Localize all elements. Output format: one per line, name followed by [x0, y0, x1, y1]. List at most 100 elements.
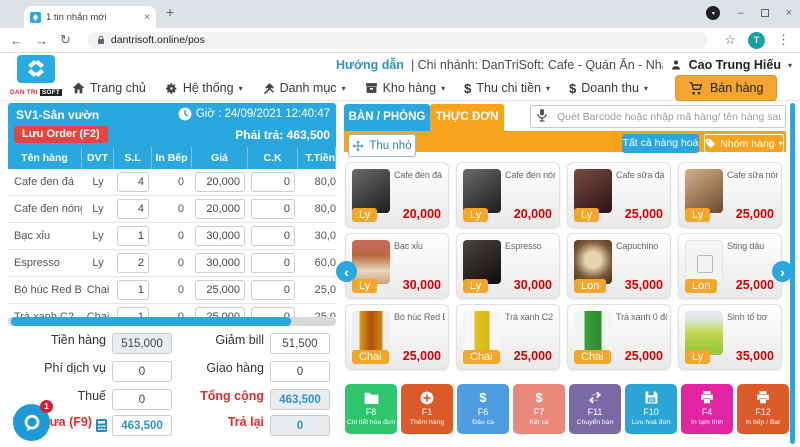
all-items-button[interactable]: Tất cả hàng hoá: [622, 134, 699, 153]
product-price: 25,000: [735, 207, 774, 221]
col-ck: C.K: [248, 147, 298, 169]
product-card[interactable]: Sinh tố bơ Ly 35,000: [678, 304, 782, 370]
price-input[interactable]: [195, 199, 245, 219]
price-input[interactable]: [195, 307, 245, 317]
discount-input[interactable]: [251, 199, 295, 219]
product-card[interactable]: Trà xanh 0 độ Chai 25,000: [567, 304, 671, 370]
nav-item-he-thong[interactable]: Hệ thống ▾: [165, 81, 243, 95]
bookmark-star-icon[interactable]: ☆: [724, 32, 736, 48]
qty-input[interactable]: [117, 307, 149, 317]
table-row[interactable]: Cafe đen đá Ly 0 80,0: [8, 169, 336, 196]
discount-input[interactable]: [251, 280, 295, 300]
product-card[interactable]: Cafe đen đá Ly 20,000: [345, 162, 449, 228]
search-input[interactable]: [530, 105, 786, 128]
price-input[interactable]: [195, 226, 245, 246]
action-button-f8[interactable]: F8 Chi tiết hóa đơn: [345, 384, 397, 434]
tendered-input[interactable]: [112, 415, 172, 436]
action-button-f6[interactable]: $ F6 Đầu ca: [457, 384, 509, 434]
discount-input[interactable]: [251, 253, 295, 273]
product-card[interactable]: Cafe sữa đá Ly 25,000: [567, 162, 671, 228]
tax-input[interactable]: [112, 389, 172, 410]
action-label: Thêm hàng: [409, 419, 445, 426]
horizontal-scrollbar[interactable]: [8, 317, 336, 326]
product-card[interactable]: Trà xanh C2 Chai 25,000: [456, 304, 560, 370]
browser-avatar[interactable]: T: [748, 31, 765, 49]
microphone-icon[interactable]: [536, 108, 548, 127]
action-button-f11[interactable]: F11 Chuyển bàn: [569, 384, 621, 434]
table-row[interactable]: Trà xanh C2 Chai 0 25,0: [8, 304, 336, 317]
browser-menu-icon[interactable]: ⋮: [777, 32, 790, 48]
discount-input[interactable]: [251, 226, 295, 246]
discount-bill-input[interactable]: [270, 333, 330, 354]
discount-cell: [248, 172, 298, 192]
group-filter-label: Nhóm hàng: [720, 137, 775, 150]
user-menu[interactable]: Cao Trung Hiếu: [689, 58, 781, 72]
nav-item-danh-muc[interactable]: Danh mục ▾: [262, 81, 346, 95]
chevron-down-icon: ▾: [238, 83, 243, 93]
address-bar[interactable]: dantrisoft.online/pos: [86, 31, 709, 49]
back-icon[interactable]: ←: [10, 33, 23, 48]
qty-input[interactable]: [117, 172, 149, 192]
calculator-icon[interactable]: [96, 419, 107, 435]
minimize-icon[interactable]: –: [737, 7, 743, 19]
nav-item-kho-hang[interactable]: Kho hàng ▾: [365, 81, 445, 95]
carousel-left-arrow[interactable]: ‹: [336, 261, 357, 282]
maximize-icon[interactable]: [760, 9, 769, 17]
chevron-down-icon[interactable]: ▾: [788, 61, 792, 70]
product-card[interactable]: Espresso Ly 30,000: [456, 233, 560, 299]
nav-item-doanh-thu[interactable]: $ Doanh thu ▾: [569, 81, 648, 96]
tab-ban-phong[interactable]: BÀN / PHÒNG: [344, 104, 430, 131]
product-card[interactable]: Sting dâu Lon 25,000: [678, 233, 782, 299]
qty-cell: [114, 253, 152, 273]
product-card[interactable]: Bò húc Red Bull Chai 25,000: [345, 304, 449, 370]
scrollbar-thumb[interactable]: [11, 317, 291, 326]
media-control-icon[interactable]: ▾: [706, 6, 721, 20]
discount-input[interactable]: [251, 172, 295, 192]
carousel-right-arrow[interactable]: ›: [772, 261, 793, 282]
action-key: F4: [701, 407, 713, 417]
tab-thuc-don[interactable]: THỰC ĐƠN: [430, 104, 504, 131]
product-card[interactable]: Capuchino Lon 35,000: [567, 233, 671, 299]
chat-widget[interactable]: 1: [13, 400, 53, 441]
price-input[interactable]: [195, 280, 245, 300]
browser-tab[interactable]: 1 tin nhắn mới ×: [24, 6, 156, 28]
save-order-button[interactable]: Lưu Order (F2): [14, 126, 108, 143]
tab-close-icon[interactable]: ×: [144, 12, 150, 23]
printer-icon: [700, 390, 714, 405]
table-row[interactable]: Bạc xỉu Ly 0 30,0: [8, 223, 336, 250]
qty-input[interactable]: [117, 199, 149, 219]
action-button-f1[interactable]: F1 Thêm hàng: [401, 384, 453, 434]
nav-item-ban-hang[interactable]: Bán hàng: [674, 75, 778, 101]
window-controls: ▾ – ×: [706, 0, 792, 26]
service-fee-input[interactable]: [112, 361, 172, 382]
help-link[interactable]: Hướng dẫn: [336, 58, 404, 72]
table-row[interactable]: Espresso Ly 0 60,0: [8, 250, 336, 277]
action-button-f12[interactable]: F12 In bếp / Bar: [737, 384, 789, 434]
qty-input[interactable]: [117, 253, 149, 273]
qty-cell: [114, 280, 152, 300]
table-row[interactable]: Bò húc Red Bull Chai 0 25,0: [8, 277, 336, 304]
product-card[interactable]: Cafe sữa nóng Ly 25,000: [678, 162, 782, 228]
table-row[interactable]: Cafe đen nóng Ly 0 80,0: [8, 196, 336, 223]
discount-input[interactable]: [251, 307, 295, 317]
discount-cell: [248, 253, 298, 273]
action-button-f7[interactable]: $ F7 Kết ca: [513, 384, 565, 434]
product-card[interactable]: Bạc xỉu Ly 30,000: [345, 233, 449, 299]
qty-input[interactable]: [117, 280, 149, 300]
action-button-f10[interactable]: F10 Lưu hoá đơn: [625, 384, 677, 434]
action-label: Kết ca: [529, 419, 549, 426]
delivery-input[interactable]: [270, 361, 330, 382]
qty-input[interactable]: [117, 226, 149, 246]
action-button-f4[interactable]: F4 In tạm tính: [681, 384, 733, 434]
product-card[interactable]: Cafe đen nóng Ly 20,000: [456, 162, 560, 228]
minimize-panel-button[interactable]: Thu nhỏ: [348, 134, 416, 157]
forward-icon[interactable]: →: [35, 33, 48, 48]
window-close-icon[interactable]: ×: [786, 7, 792, 19]
reload-icon[interactable]: ↻: [60, 32, 71, 48]
price-input[interactable]: [195, 172, 245, 192]
price-input[interactable]: [195, 253, 245, 273]
nav-item-thu-chi-tien[interactable]: $ Thu chi tiền ▾: [464, 81, 550, 96]
new-tab-icon[interactable]: +: [166, 4, 174, 20]
group-filter-button[interactable]: Nhóm hàng ▾: [704, 134, 784, 153]
nav-item-trang-chu[interactable]: Trang chủ: [72, 81, 146, 95]
